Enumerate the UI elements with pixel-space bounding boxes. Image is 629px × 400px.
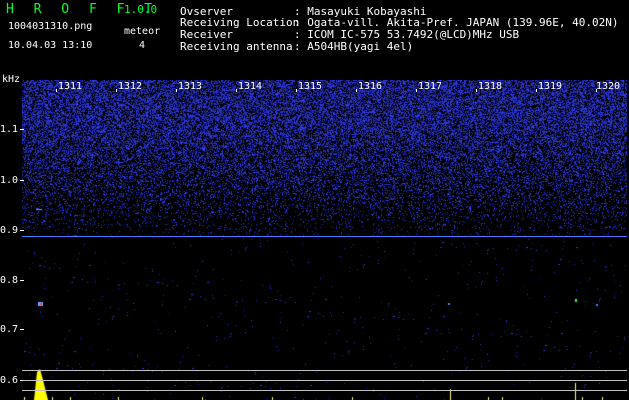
x-tickmark [596, 89, 597, 92]
x-tick-1318: 1318 [478, 81, 503, 92]
y-tick-1-1: 1.1 [0, 124, 19, 135]
app-version: 1.0.0 [124, 3, 158, 16]
x-tickmark [116, 89, 117, 92]
info-value-location: : Ogata-vill. Akita-Pref. JAPAN (139.96E… [294, 16, 619, 29]
x-tick-1314: 1314 [238, 81, 263, 92]
x-tick-1320: 1320 [596, 81, 621, 92]
hroffft-window: { "app": { "title": "H R O F F T", "vers… [0, 0, 629, 400]
y-tick-0-6: 0.6 [0, 375, 19, 386]
info-value-antenna: : A504HB(yagi 4el) [294, 40, 414, 53]
meteor-count: 4 [139, 40, 146, 51]
x-tick-1313: 1313 [178, 81, 203, 92]
y-tickmark [20, 280, 24, 281]
level-line-lower [22, 390, 627, 391]
y-axis-unit: kHz [2, 74, 21, 85]
x-tickmark [356, 89, 357, 92]
x-tickmark [56, 89, 57, 92]
file-datetime: 10.04.03 13:10 [8, 40, 93, 51]
y-tickmark [20, 129, 24, 130]
x-tick-1312: 1312 [118, 81, 143, 92]
x-tick-1317: 1317 [418, 81, 443, 92]
y-tickmark [20, 230, 24, 231]
y-tick-0-9: 0.9 [0, 225, 19, 236]
x-tick-1319: 1319 [538, 81, 563, 92]
info-value-receiver: : ICOM IC-575 53.7492(@LCD)MHz USB [294, 28, 520, 41]
x-tick-1315: 1315 [298, 81, 323, 92]
x-tick-1316: 1316 [358, 81, 383, 92]
y-tick-0-7: 0.7 [0, 324, 19, 335]
spectrogram-plot [22, 80, 627, 400]
info-key-antenna: Receiving antenna [180, 40, 293, 53]
file-name: 1004031310.png [8, 21, 93, 32]
x-tickmark [416, 89, 417, 92]
meteor-label: meteor [124, 26, 161, 37]
x-tickmark [176, 89, 177, 92]
level-line-upper [22, 370, 627, 371]
y-tick-1-0: 1.0 [0, 175, 19, 186]
y-tickmark [20, 180, 24, 181]
y-tickmark [20, 329, 24, 330]
y-tick-0-8: 0.8 [0, 275, 19, 286]
x-tickmark [536, 89, 537, 92]
x-tick-1311: 1311 [58, 81, 83, 92]
carrier-line [22, 236, 627, 237]
info-key-receiver: Receiver [180, 28, 233, 41]
info-key-location: Receiving Location [180, 16, 300, 29]
x-tickmark [236, 89, 237, 92]
level-line-middle [22, 380, 627, 381]
x-tickmark [296, 89, 297, 92]
x-tickmark [476, 89, 477, 92]
